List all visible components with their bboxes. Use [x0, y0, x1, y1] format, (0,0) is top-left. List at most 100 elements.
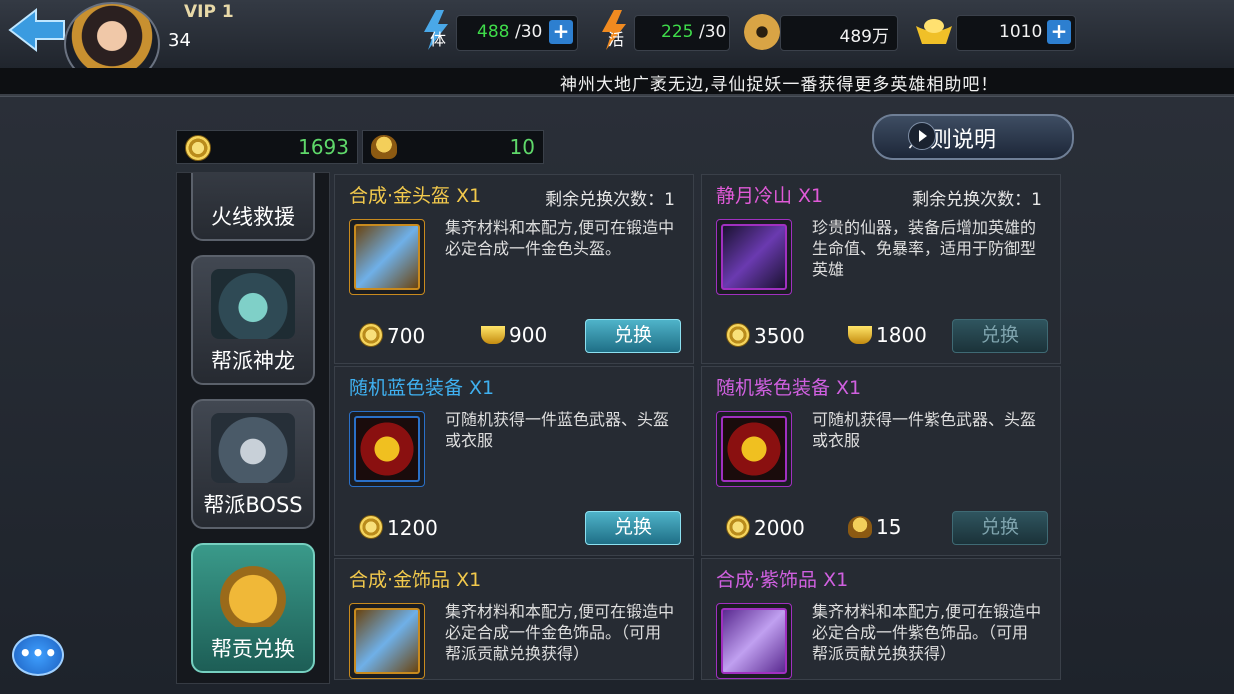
sidebar: 火线救援 帮派神龙 帮派BOSS 帮贡兑换: [176, 172, 330, 684]
boss-helmet-icon: [848, 516, 872, 538]
gold-ingot-icon: [481, 326, 505, 344]
price-value: 2000: [754, 516, 805, 540]
vitality-max: /30: [699, 22, 727, 42]
exchange-card: 随机紫色装备 X1 可随机获得一件紫色武器、头盔或衣服 2000 15 兑换: [701, 366, 1061, 556]
price: 2000: [726, 515, 805, 540]
gold-ingot-icon: [848, 326, 872, 344]
add-stamina-button[interactable]: +: [549, 20, 573, 44]
boss-icon: [211, 413, 295, 483]
exchange-card: 合成·紫饰品 X1 集齐材料和本配方,便可在锻造中必定合成一件紫色饰品。（可用帮派…: [701, 558, 1061, 680]
item-slot[interactable]: [349, 411, 425, 487]
play-arrow-icon: [908, 122, 936, 150]
card-title: 合成·金头盔 X1: [349, 185, 482, 207]
sidebar-item-dragon[interactable]: 帮派神龙: [191, 255, 315, 385]
rules-button[interactable]: 规则说明: [872, 114, 1074, 160]
stamina-value: 488: [477, 22, 510, 42]
exchange-card: 静月冷山 X1 剩余兑换次数：1 珍贵的仙器，装备后增加英雄的生命值、免暴率，适用于…: [701, 174, 1061, 364]
gold-ingot-icon: [914, 16, 954, 46]
contribution-coin-icon: [185, 135, 211, 161]
contribution-coin-icon: [726, 515, 750, 539]
exchange-button[interactable]: 兑换: [952, 319, 1048, 353]
exchange-card: 随机蓝色装备 X1 可随机获得一件蓝色武器、头盔或衣服 1200 兑换: [334, 366, 694, 556]
gold-stat: 1010 +: [956, 15, 1076, 51]
back-arrow-icon: [8, 7, 65, 53]
gold-scroll-icon: [354, 224, 420, 290]
ticker-text: 神州大地广袤无边,寻仙捉妖一番获得更多英雄相助吧！: [560, 75, 999, 95]
contribution-counter: 1693: [176, 130, 358, 164]
item-slot[interactable]: [716, 603, 792, 679]
copper-stat: 489万: [780, 15, 898, 51]
contribution-value: 1693: [298, 135, 349, 159]
vitality-stat: 225 /30: [634, 15, 730, 51]
remaining-count: 剩余兑换次数：1: [545, 190, 675, 210]
money-bag-icon: [211, 557, 295, 627]
news-ticker: 神州大地广袤无边,寻仙捉妖一番获得更多英雄相助吧！: [0, 68, 1234, 96]
vitality-label: 活: [608, 30, 625, 49]
exchange-button[interactable]: 兑换: [952, 511, 1048, 545]
boot-icon: [721, 224, 787, 290]
item-description: 集齐材料和本配方,便可在锻造中必定合成一件金色头盔。: [445, 218, 675, 258]
boss-token-counter: 10: [362, 130, 544, 164]
contribution-coin-icon: [726, 323, 750, 347]
contribution-coin-icon: [359, 323, 383, 347]
item-description: 珍贵的仙器，装备后增加英雄的生命值、免暴率，适用于防御型英雄: [812, 218, 1037, 279]
sidebar-item-label: 帮派BOSS: [203, 493, 303, 517]
price: 1200: [359, 515, 438, 540]
price-value: 1800: [876, 323, 927, 347]
gold-scroll-icon: [354, 608, 420, 674]
exchange-card: 合成·金饰品 X1 集齐材料和本配方,便可在锻造中必定合成一件金色饰品。（可用帮派…: [334, 558, 694, 680]
stamina-label: 体: [430, 30, 447, 49]
add-gold-button[interactable]: +: [1047, 20, 1071, 44]
gold-value: 1010: [999, 22, 1043, 42]
price: 900: [481, 323, 547, 347]
sidebar-item-label: 帮贡兑换: [211, 637, 295, 661]
price: 1800: [848, 323, 927, 347]
purple-scroll-icon: [721, 608, 787, 674]
item-slot[interactable]: [349, 219, 425, 295]
price: 700: [359, 323, 425, 348]
dragon-icon: [211, 269, 295, 339]
exchange-card: 合成·金头盔 X1 剩余兑换次数：1 集齐材料和本配方,便可在锻造中必定合成一件金色…: [334, 174, 694, 364]
card-title: 随机蓝色装备 X1: [349, 377, 495, 399]
item-description: 可随机获得一件紫色武器、头盔或衣服: [812, 410, 1037, 450]
exchange-button[interactable]: 兑换: [585, 319, 681, 353]
item-slot[interactable]: [716, 411, 792, 487]
stamina-max: /30: [515, 22, 543, 42]
price-value: 15: [876, 515, 902, 539]
mystery-box-icon: [721, 416, 787, 482]
back-button[interactable]: [6, 6, 68, 54]
price-value: 1200: [387, 516, 438, 540]
boss-token-value: 10: [509, 135, 535, 159]
card-title: 合成·紫饰品 X1: [716, 569, 849, 591]
vitality-icon: 活: [592, 8, 636, 52]
vitality-value: 225: [661, 22, 694, 42]
price: 15: [848, 515, 901, 539]
card-title: 随机紫色装备 X1: [716, 377, 862, 399]
chat-icon: •••: [18, 641, 58, 665]
sidebar-item-exchange[interactable]: 帮贡兑换: [191, 543, 315, 673]
boss-helmet-icon: [371, 135, 397, 159]
item-slot[interactable]: [716, 219, 792, 295]
mystery-box-icon: [354, 416, 420, 482]
price-value: 700: [387, 324, 426, 348]
sidebar-item-boss[interactable]: 帮派BOSS: [191, 399, 315, 529]
price: 3500: [726, 323, 805, 348]
copper-coin-icon: [744, 14, 780, 50]
item-description: 集齐材料和本配方,便可在锻造中必定合成一件紫色饰品。（可用帮派贡献兑换获得）: [812, 602, 1042, 663]
vip-label[interactable]: VIP 1: [184, 2, 234, 22]
sidebar-item-label: 帮派神龙: [211, 349, 295, 373]
player-level: 34: [168, 30, 191, 51]
sidebar-item-label: 火线救援: [211, 205, 295, 229]
stamina-stat: 488 /30 +: [456, 15, 578, 51]
copper-value: 489万: [839, 27, 889, 47]
remaining-count: 剩余兑换次数：1: [912, 190, 1042, 210]
card-title: 静月冷山 X1: [716, 185, 824, 207]
card-title: 合成·金饰品 X1: [349, 569, 482, 591]
item-slot[interactable]: [349, 603, 425, 679]
item-description: 集齐材料和本配方,便可在锻造中必定合成一件金色饰品。（可用帮派贡献兑换获得）: [445, 602, 675, 663]
contribution-coin-icon: [359, 515, 383, 539]
price-value: 900: [509, 323, 548, 347]
exchange-button[interactable]: 兑换: [585, 511, 681, 545]
chat-button[interactable]: •••: [12, 634, 64, 676]
item-description: 可随机获得一件蓝色武器、头盔或衣服: [445, 410, 670, 450]
